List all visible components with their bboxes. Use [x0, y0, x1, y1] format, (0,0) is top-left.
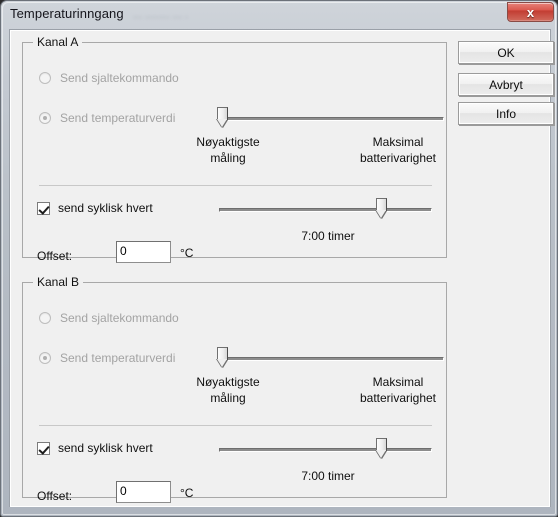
- dialog-client-area: OK Avbryt Info Kanal A Send sjaltekomman…: [9, 29, 554, 507]
- interval-slider-thumb-a[interactable]: [376, 198, 387, 219]
- checkbox-label: send syklisk hvert: [58, 441, 153, 455]
- group-kanal-a-title: Kanal A: [33, 35, 83, 49]
- checkbox-cyclic-send-b[interactable]: send syklisk hvert: [37, 441, 153, 455]
- radio-icon: [39, 312, 51, 324]
- ok-button[interactable]: OK: [458, 41, 554, 64]
- checkbox-icon: [37, 441, 50, 455]
- accuracy-slider-track-a[interactable]: [222, 117, 444, 121]
- radio-send-switch-command-a[interactable]: Send sjaltekommando: [39, 71, 179, 85]
- dialog-window: Temperaturinngang ... ........ ... . x O…: [0, 0, 558, 517]
- checkbox-icon: [37, 201, 50, 215]
- offset-input-a[interactable]: 0: [116, 241, 171, 263]
- interval-slider-track-b[interactable]: [219, 448, 432, 452]
- interval-value-label-a: 7:00 timer: [301, 229, 355, 243]
- cancel-button[interactable]: Avbryt: [458, 73, 554, 96]
- close-icon: x: [526, 4, 535, 20]
- checkbox-cyclic-send-a[interactable]: send syklisk hvert: [37, 201, 153, 215]
- accuracy-slider-thumb-b[interactable]: [217, 347, 228, 368]
- radio-label: Send sjaltekommando: [60, 311, 179, 325]
- radio-label: Send temperaturverdi: [60, 351, 176, 365]
- background-window-text: ... ........ ... .: [133, 9, 189, 21]
- accuracy-right-label-line1-b: Maksimal: [372, 375, 424, 389]
- window-title: Temperaturinngang: [10, 6, 124, 21]
- radio-send-temperature-value-a[interactable]: Send temperaturverdi: [39, 111, 175, 125]
- accuracy-right-label-line1-a: Maksimal: [372, 135, 424, 149]
- radio-send-temperature-value-b[interactable]: Send temperaturverdi: [39, 351, 175, 365]
- radio-icon: [39, 72, 51, 84]
- accuracy-left-label-line2-a: måling: [210, 151, 246, 165]
- offset-input-b[interactable]: 0: [116, 481, 171, 503]
- interval-slider-thumb-b[interactable]: [376, 438, 387, 459]
- group-kanal-a: Kanal A Send sjaltekommando Send tempera…: [22, 35, 447, 263]
- info-button[interactable]: Info: [458, 102, 554, 125]
- title-bar[interactable]: Temperaturinngang ... ........ ... . x: [1, 1, 557, 29]
- interval-value-label-b: 7:00 timer: [301, 469, 355, 483]
- radio-label: Send sjaltekommando: [60, 71, 179, 85]
- radio-icon: [39, 112, 51, 124]
- group-kanal-b: Kanal B Send sjaltekommando Send tempera…: [22, 275, 447, 503]
- radio-icon: [39, 352, 51, 364]
- accuracy-slider-thumb-a[interactable]: [217, 107, 228, 128]
- offset-unit-a: °C: [180, 246, 194, 260]
- separator-b: [39, 425, 432, 426]
- accuracy-right-label-line2-a: batterivarighet: [359, 151, 437, 165]
- accuracy-left-label-line1-a: Nøyaktigste: [196, 135, 260, 149]
- accuracy-left-label-line2-b: måling: [210, 391, 246, 405]
- offset-label-a: Offset:: [37, 249, 73, 263]
- accuracy-slider-track-b[interactable]: [222, 357, 444, 361]
- accuracy-left-label-line1-b: Nøyaktigste: [196, 375, 260, 389]
- separator-a: [39, 185, 432, 186]
- checkbox-label: send syklisk hvert: [58, 201, 153, 215]
- radio-label: Send temperaturverdi: [60, 111, 176, 125]
- close-button[interactable]: x: [507, 2, 554, 22]
- group-kanal-b-title: Kanal B: [33, 275, 84, 289]
- offset-label-b: Offset:: [37, 489, 73, 503]
- accuracy-right-label-line2-b: batterivarighet: [359, 391, 437, 405]
- interval-slider-track-a[interactable]: [219, 208, 432, 212]
- radio-send-switch-command-b[interactable]: Send sjaltekommando: [39, 311, 179, 325]
- offset-unit-b: °C: [180, 486, 194, 500]
